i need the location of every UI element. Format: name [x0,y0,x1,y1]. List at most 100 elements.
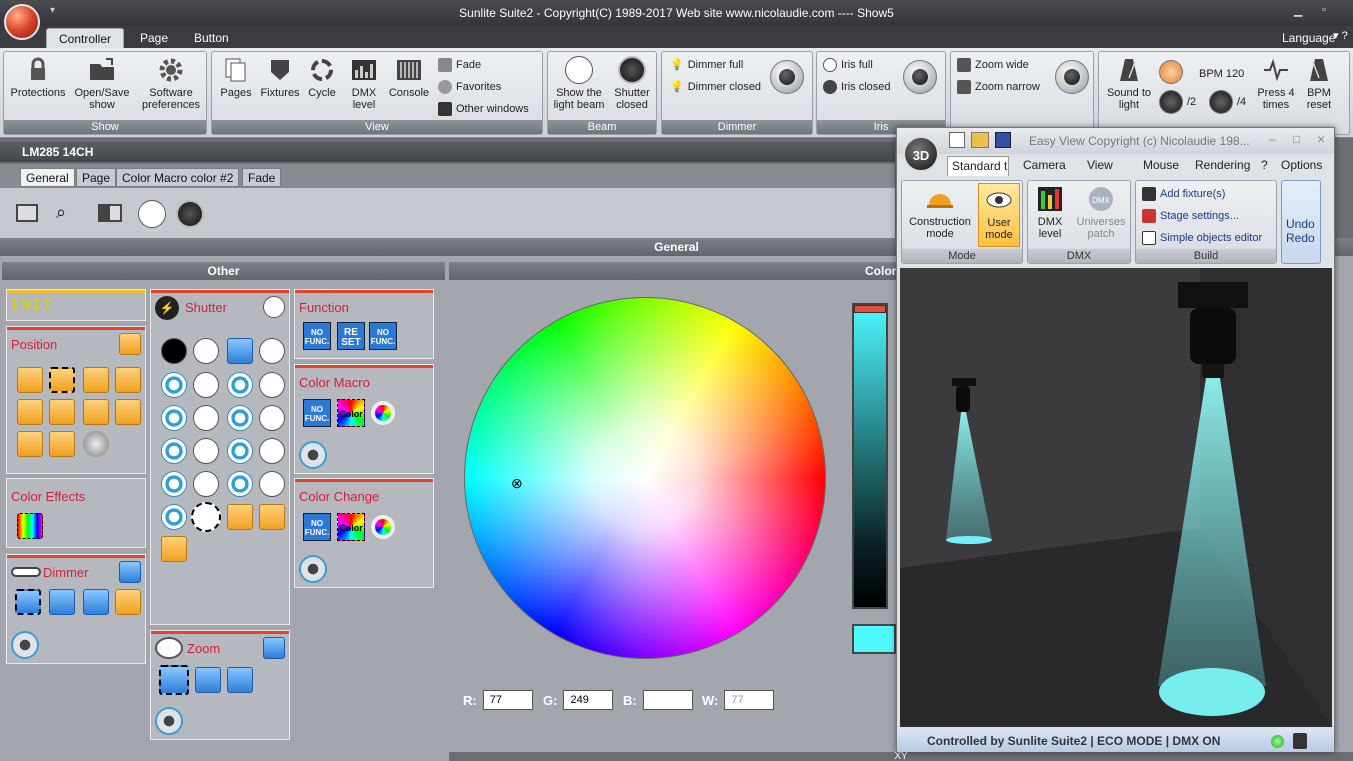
app-orb-button[interactable] [4,4,40,40]
color-cursor-icon[interactable]: ⊗ [511,476,525,490]
ev-tab-view[interactable]: View [1087,158,1113,172]
tab-button[interactable]: Button [182,28,241,48]
position-tilt-icon[interactable] [17,431,43,457]
shutter-white-icon-3[interactable] [193,405,219,431]
fade-button[interactable]: Fade [438,58,481,72]
red-input[interactable] [482,690,533,710]
zoom-knob[interactable] [1055,60,1089,94]
zoom-narrow-button[interactable]: Zoom narrow [957,80,1040,94]
function-nofunc-button-2[interactable]: NO FUNC. [369,322,397,350]
stage-settings-button[interactable]: Stage settings... [1142,209,1239,223]
beam-open-quick-button[interactable] [138,200,166,228]
shutter-closed-icon[interactable] [161,338,187,364]
color-macro-nofunc-button[interactable]: NO FUNC. [303,399,331,427]
color-change-dial[interactable] [299,555,327,583]
protections-button[interactable]: Protections [8,56,68,99]
iris-knob[interactable] [903,60,937,94]
dimmer-ramp1-icon[interactable] [49,589,75,615]
rainbow-effect-icon[interactable] [17,513,43,539]
dmx-level-button[interactable]: DMX level [344,56,384,111]
shutter-ramp-icon-2[interactable] [259,504,285,530]
open-save-button[interactable]: Open/Save show [70,56,134,111]
maximize-icon[interactable]: ▫ [1322,4,1326,16]
color-change-wheel-icon[interactable] [371,515,395,539]
universes-patch-button[interactable]: DMX Universes patch [1074,185,1128,240]
zoom-step1-icon[interactable] [195,667,221,693]
dimmer-fade-icon[interactable] [115,589,141,615]
screen-icon[interactable] [16,204,38,222]
position-eight-icon[interactable] [49,399,75,425]
shutter-strobe-fast-icon[interactable] [227,338,253,364]
shutter-open-icon-2[interactable] [259,338,285,364]
zoom-dial[interactable] [155,707,183,735]
dimmer-dial[interactable] [11,631,39,659]
ev-close-icon[interactable]: × [1317,131,1325,147]
shutter-selected-icon[interactable] [191,502,221,532]
shutter-white-icon-4[interactable] [259,405,285,431]
pages-button[interactable]: Pages [216,56,256,99]
open-folder-icon[interactable] [971,132,989,148]
shutter-pulse-icon-5[interactable] [161,438,187,464]
shutter-pulse-icon-6[interactable] [227,438,253,464]
ev-tab-help[interactable]: ? [1261,158,1268,172]
zoom-wide-button[interactable]: Zoom wide [957,58,1029,72]
color-wheel-icon[interactable] [371,401,395,425]
position-center-icon[interactable] [49,367,75,393]
page-tab-color-macro[interactable]: Color Macro color #2 [116,168,240,187]
shutter-pulse-icon-3[interactable] [161,405,187,431]
layout-icon[interactable] [98,204,122,222]
zoom-step2-icon[interactable] [227,667,253,693]
brightness-slider[interactable] [852,303,888,609]
position-circle-icon[interactable] [17,367,43,393]
shutter-ramp-icon-3[interactable] [161,536,187,562]
shutter-white-icon[interactable] [193,372,219,398]
position-pan-icon[interactable] [83,399,109,425]
construction-mode-button[interactable]: Construction mode [904,185,976,240]
favorites-button[interactable]: Favorites [438,80,501,94]
position-rings-icon[interactable] [83,367,109,393]
ev-dmx-level-button[interactable]: DMX level [1030,185,1070,240]
quarter-tempo-button[interactable] [1209,90,1233,114]
page-tab-page[interactable]: Page [76,168,117,187]
add-fixtures-button[interactable]: Add fixture(s) [1142,187,1225,201]
new-file-icon[interactable] [949,132,965,148]
green-input[interactable] [563,690,614,710]
other-windows-button[interactable]: Other windows [438,102,529,116]
show-light-beam-button[interactable]: Show the light beam [551,56,607,111]
page-tab-fade[interactable]: Fade [242,168,282,187]
function-reset-button[interactable]: RE SET [337,322,365,350]
position-wave-icon[interactable] [17,399,43,425]
shutter-pulse-icon-8[interactable] [227,471,253,497]
shutter-white-icon-6[interactable] [259,438,285,464]
shutter-pulse-icon-2[interactable] [227,372,253,398]
brightness-slider-handle[interactable] [854,305,886,313]
console-button[interactable]: Console [386,56,432,99]
shutter-open-preset[interactable] [263,296,285,318]
position-curve-icon[interactable] [115,367,141,393]
bpm-reset-button[interactable]: BPM reset [1299,56,1339,111]
dimmer-full-button[interactable]: 💡 Dimmer full [670,58,743,72]
shutter-closed-button[interactable]: Shutter closed [608,56,656,111]
dimmer-knob[interactable] [770,60,804,94]
shutter-pulse-icon-4[interactable] [227,405,253,431]
half-tempo-button[interactable] [1159,90,1183,114]
minimize-icon[interactable]: ▁ [1294,4,1302,17]
blue-input[interactable] [642,690,693,710]
color-macro-color-button[interactable]: Color [337,399,365,427]
undo-button[interactable]: Undo [1286,217,1315,231]
shutter-pulse-icon-9[interactable] [161,504,187,530]
ev-tab-rendering[interactable]: Rendering [1195,158,1250,172]
position-preset-icon[interactable] [119,333,141,355]
position-sound-icon[interactable] [83,431,109,457]
search-icon[interactable]: ⌕ [56,202,66,223]
press-4-times-button[interactable]: Press 4 times [1255,56,1297,111]
shutter-pulse-icon[interactable] [161,372,187,398]
dimmer-ramp2-icon[interactable] [83,589,109,615]
position-pan-multi-icon[interactable] [115,399,141,425]
ev-tab-standard[interactable]: Standard to [947,156,1009,176]
position-tilt-multi-icon[interactable] [49,431,75,457]
iris-closed-button[interactable]: Iris closed [823,80,891,94]
dimmer-preset-icon[interactable] [119,561,141,583]
redo-button[interactable]: Redo [1286,231,1315,245]
fixtures-button[interactable]: Fixtures [258,56,302,99]
